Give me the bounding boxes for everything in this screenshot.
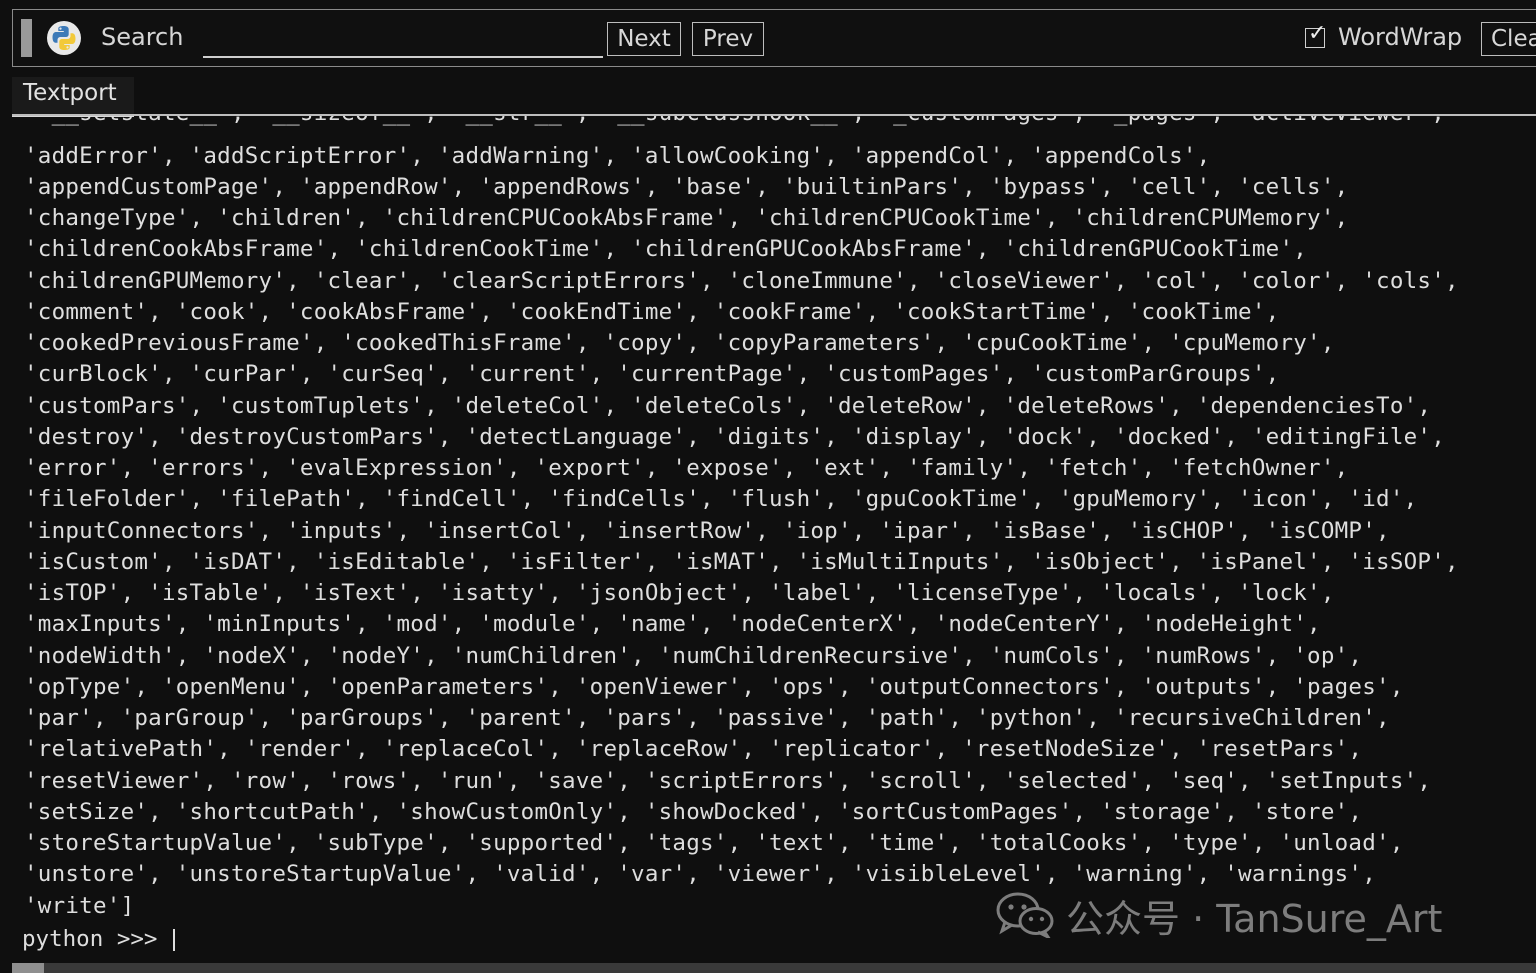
textport-toolbar: Search Next Prev ✓ WordWrap Clea (12, 9, 1536, 67)
console-output[interactable]: '__setstate__', '__sizeof__', '__str__',… (0, 116, 1536, 963)
console-line: 'storeStartupValue', 'subType', 'support… (24, 830, 1404, 856)
console-line: 'relativePath', 'render', 'replaceCol', … (24, 736, 1363, 762)
console-line: 'destroy', 'destroyCustomPars', 'detectL… (24, 424, 1446, 450)
console-line: 'error', 'errors', 'evalExpression', 'ex… (24, 455, 1349, 481)
console-line: 'nodeWidth', 'nodeX', 'nodeY', 'numChild… (24, 643, 1363, 669)
console-line: 'customPars', 'customTuplets', 'deleteCo… (24, 393, 1432, 419)
console-line: 'maxInputs', 'minInputs', 'mod', 'module… (24, 611, 1321, 637)
console-line: 'setSize', 'shortcutPath', 'showCustomOn… (24, 799, 1363, 825)
console-prompt[interactable]: python >>> (22, 926, 176, 952)
search-input[interactable] (203, 24, 603, 58)
prompt-text: python >>> (22, 926, 172, 952)
console-line: 'changeType', 'children', 'childrenCPUCo… (24, 205, 1349, 231)
console-line: 'fileFolder', 'filePath', 'findCell', 'f… (24, 486, 1418, 512)
console-line: 'resetViewer', 'row', 'rows', 'run', 'sa… (24, 768, 1432, 794)
console-line: 'par', 'parGroup', 'parGroups', 'parent'… (24, 705, 1390, 731)
wordwrap-checkbox[interactable]: ✓ (1305, 21, 1326, 48)
wechat-icon (996, 892, 1054, 938)
checkmark-icon: ✓ (1308, 21, 1327, 46)
scrollbar-thumb[interactable] (12, 963, 44, 973)
console-line: 'opType', 'openMenu', 'openParameters', … (24, 674, 1404, 700)
search-label: Search (101, 23, 184, 51)
console-line: 'isTOP', 'isTable', 'isText', 'isatty', … (24, 580, 1335, 606)
watermark-text: 公众号 · TanSure_Art (1066, 897, 1443, 941)
console-line: 'isCustom', 'isDAT', 'isEditable', 'isFi… (24, 549, 1459, 575)
toolbar-drag-handle[interactable] (21, 19, 32, 57)
wordwrap-label: WordWrap (1338, 23, 1463, 51)
prev-button[interactable]: Prev (692, 22, 764, 56)
console-line: 'addError', 'addScriptError', 'addWarnin… (24, 143, 1211, 169)
console-line: 'cookedPreviousFrame', 'cookedThisFrame'… (24, 330, 1335, 356)
console-line: 'childrenGPUMemory', 'clear', 'clearScri… (24, 268, 1459, 294)
console-line: '__setstate__', '__sizeof__', '__str__',… (24, 116, 1445, 126)
console-line: 'childrenCookAbsFrame', 'childrenCookTim… (24, 236, 1308, 262)
console-line: 'appendCustomPage', 'appendRow', 'append… (24, 174, 1349, 200)
console-line: 'inputConnectors', 'inputs', 'insertCol'… (24, 518, 1390, 544)
tab-textport[interactable]: Textport (12, 77, 134, 117)
console-line: 'comment', 'cook', 'cookAbsFrame', 'cook… (24, 299, 1280, 325)
console-line: 'write'] (24, 893, 135, 919)
console-line: 'curBlock', 'curPar', 'curSeq', 'current… (24, 361, 1280, 387)
console-line: 'unstore', 'unstoreStartupValue', 'valid… (24, 861, 1377, 887)
next-button[interactable]: Next (607, 22, 681, 56)
python-logo-icon (47, 21, 81, 55)
tab-label: Textport (23, 80, 117, 106)
text-caret (173, 928, 176, 951)
clear-button[interactable]: Clea (1481, 22, 1536, 56)
horizontal-scrollbar[interactable] (12, 963, 1536, 973)
